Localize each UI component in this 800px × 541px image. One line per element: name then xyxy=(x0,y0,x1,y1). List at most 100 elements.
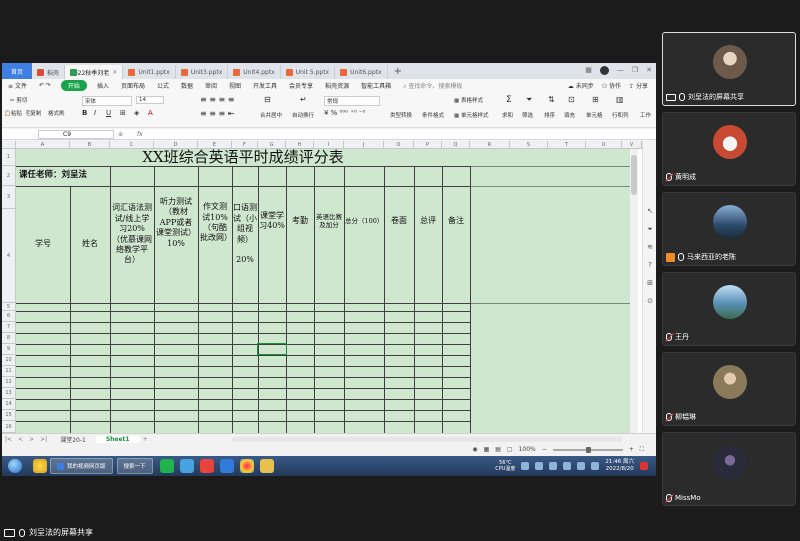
fill-color-button[interactable]: ◈ xyxy=(134,109,139,117)
tab-home[interactable]: 首页 xyxy=(2,63,32,79)
conditional-format-button[interactable]: 条件格式 xyxy=(422,111,444,119)
column-header[interactable]: J xyxy=(344,141,384,149)
volume-icon[interactable] xyxy=(591,462,600,470)
wrap-text-button[interactable]: 自动换行 xyxy=(292,111,314,119)
row-header[interactable]: 13 xyxy=(2,388,16,399)
clock[interactable]: 21:46 周六 2022/8/20 xyxy=(605,459,634,472)
menu-review[interactable]: 审阅 xyxy=(199,81,223,90)
column-header[interactable]: V xyxy=(622,141,642,149)
restore-icon[interactable]: ❐ xyxy=(632,66,638,75)
tray-icon[interactable] xyxy=(563,462,572,470)
iqiyi-icon[interactable] xyxy=(159,459,174,473)
tab-unit4[interactable]: Unit4.pptx xyxy=(228,65,281,79)
header-paper[interactable]: 卷面 xyxy=(384,186,414,256)
vertical-scrollbar[interactable] xyxy=(630,149,638,433)
filter-button[interactable]: 筛选 xyxy=(522,111,533,119)
column-header[interactable]: P xyxy=(414,141,442,149)
close-icon[interactable]: ✕ xyxy=(112,69,117,76)
help-icon[interactable]: ? xyxy=(646,261,654,269)
taskbar-task-search[interactable]: 搜索一下 xyxy=(116,458,153,474)
tray-icon[interactable] xyxy=(577,462,586,470)
copy-button[interactable]: ⎘复制 xyxy=(26,109,41,118)
tab-daoke[interactable]: 稻壳 xyxy=(32,65,66,79)
column-header[interactable]: U xyxy=(586,141,622,149)
row-header[interactable]: 6 xyxy=(2,311,16,322)
start-button[interactable] xyxy=(8,459,22,473)
zoom-formula-icon[interactable]: ⊕ xyxy=(118,131,123,138)
paste-button[interactable]: 📋粘贴 xyxy=(4,109,22,117)
cell-style-button[interactable]: ▦ 单元格样式 xyxy=(454,111,488,119)
tab-unit1[interactable]: Unit1.pptx xyxy=(123,65,176,79)
header-name[interactable]: 姓名 xyxy=(70,186,110,303)
column-header[interactable]: O xyxy=(384,141,414,149)
column-header[interactable]: Q xyxy=(442,141,470,149)
undo-icon[interactable]: ↶ ↷ xyxy=(33,82,57,89)
scroll-thumb[interactable] xyxy=(631,155,637,195)
sheet-title[interactable]: XX班综合英语平时成绩评分表 xyxy=(16,148,470,166)
row-col-button[interactable]: 行和列 xyxy=(612,111,629,119)
participant-tile[interactable]: 刘呈法的屏幕共享 xyxy=(662,32,796,106)
number-format-select[interactable]: 常规 xyxy=(324,96,380,106)
app-icon[interactable] xyxy=(179,459,194,473)
tray-icon[interactable] xyxy=(549,462,558,470)
format-painter-button[interactable]: 格式刷 xyxy=(48,109,65,117)
select-all-corner[interactable] xyxy=(2,141,16,149)
align-buttons[interactable]: ≡ ≡ ≡ ≡ xyxy=(200,95,234,104)
teacher-cell[interactable]: 课任老师：刘呈法 xyxy=(16,166,110,186)
menu-smart-tools[interactable]: 智能工具箱 xyxy=(355,81,397,90)
participant-tile[interactable]: 柳韫琳 xyxy=(662,352,796,426)
menu-view[interactable]: 视图 xyxy=(223,81,247,90)
header-contest[interactable]: 英语比赛及加分 xyxy=(315,186,343,256)
notification-icon[interactable] xyxy=(640,462,648,470)
flower-app-icon[interactable] xyxy=(33,459,47,473)
page-layout-icon[interactable]: ▢ xyxy=(507,446,513,453)
folder-icon[interactable] xyxy=(259,459,274,473)
menu-formulas[interactable]: 公式 xyxy=(151,81,175,90)
tab-unit5[interactable]: Unit 5.pptx xyxy=(281,65,336,79)
row-header[interactable]: 5 xyxy=(2,303,16,311)
participant-tile[interactable]: 王丹 xyxy=(662,272,796,346)
header-writing[interactable]: 作文测试10%（句酷批改网） xyxy=(200,168,232,278)
page-break-icon[interactable]: ▤ xyxy=(495,446,501,453)
menu-member[interactable]: 会员专享 xyxy=(283,81,319,90)
column-header[interactable]: A xyxy=(16,141,70,149)
fullscreen-icon[interactable]: ⛶ xyxy=(640,446,644,454)
currency-buttons[interactable]: ¥ % ⁰⁰⁰ ⁺⁰ ⁻⁰ xyxy=(324,109,365,117)
font-name-select[interactable]: 宋体 xyxy=(82,96,132,106)
taskbar-task-browser[interactable]: 我的视频网页版 xyxy=(50,458,113,474)
zoom-slider[interactable] xyxy=(552,446,623,453)
wps-icon[interactable] xyxy=(199,459,214,473)
row-header[interactable]: 7 xyxy=(2,322,16,333)
participant-tile[interactable]: 黄明成 xyxy=(662,112,796,186)
fill-button[interactable]: 填充 xyxy=(564,111,575,119)
zoom-in-icon[interactable]: + xyxy=(629,446,634,453)
header-note[interactable]: 备注 xyxy=(442,186,470,256)
name-box[interactable]: C9 xyxy=(38,129,114,139)
tab-spreadsheet[interactable]: 2022秋季刘老 ✕ xyxy=(65,65,124,79)
row-header[interactable]: 11 xyxy=(2,366,16,377)
meeting-icon[interactable] xyxy=(219,459,234,473)
column-header[interactable]: B xyxy=(70,141,110,149)
font-color-button[interactable]: A xyxy=(148,109,153,117)
last-sheet-icon[interactable]: >| xyxy=(37,436,50,443)
italic-button[interactable]: I xyxy=(94,109,96,117)
participant-tile[interactable]: MissMo xyxy=(662,432,796,506)
normal-view-icon[interactable]: ▦ xyxy=(484,446,490,453)
cell-button[interactable]: 单元格 xyxy=(586,111,603,119)
minimize-icon[interactable]: — xyxy=(617,66,624,75)
new-tab-button[interactable]: + xyxy=(388,66,408,77)
first-sheet-icon[interactable]: |< xyxy=(2,436,15,443)
merge-center-button[interactable]: 合并居中 xyxy=(260,111,282,119)
worksheet-button[interactable]: 工作 xyxy=(640,111,651,119)
cursor-icon[interactable]: ↖ xyxy=(646,207,654,215)
row-header[interactable]: 3 xyxy=(2,186,16,209)
type-convert-button[interactable]: 类型转换 xyxy=(390,111,412,119)
header-oral[interactable]: 口语测试（小组视频） 20% xyxy=(233,168,257,301)
column-header[interactable]: R xyxy=(470,141,510,149)
row-header[interactable]: 10 xyxy=(2,355,16,366)
collab-button[interactable]: ⚇ 协作 xyxy=(602,81,621,90)
header-listening[interactable]: 听力测试（教材APP或者课堂测试）10% xyxy=(156,168,196,278)
command-search[interactable]: ⌕ 查找命令、搜索模板 xyxy=(397,81,468,91)
cut-button[interactable]: ✂ 剪切 xyxy=(10,96,27,104)
tray-icon[interactable] xyxy=(535,462,544,470)
